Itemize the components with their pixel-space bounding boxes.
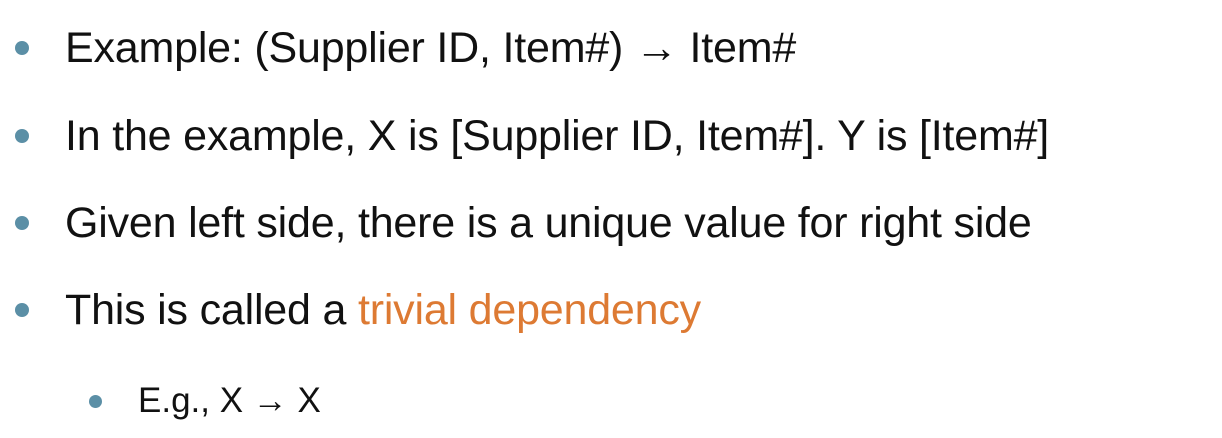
bullet-text: In the example, X is [Supplier ID, Item#… xyxy=(65,112,1050,160)
example-text-before: Example: (Supplier ID, Item#) xyxy=(65,24,635,72)
sub-bullet-item-example: E.g., X → X xyxy=(0,379,321,423)
bullet-item-x-y: In the example, X is [Supplier ID, Item#… xyxy=(0,110,1049,162)
bullet-text: This is called a trivial dependency xyxy=(65,284,701,336)
sub-text-after: X xyxy=(287,381,321,420)
bullet-dot-icon xyxy=(15,216,29,230)
bullet-dot-icon xyxy=(89,394,102,408)
bullet-dot-icon xyxy=(15,129,29,143)
bullet-item-trivial-dependency: This is called a trivial dependency xyxy=(0,284,701,336)
sub-bullet-text: E.g., X → X xyxy=(138,379,321,423)
bullet-text: Example: (Supplier ID, Item#) → Item# xyxy=(65,22,796,74)
sub-text-before: E.g., X xyxy=(138,381,253,420)
bullet-text: Given left side, there is a unique value… xyxy=(65,199,1032,247)
bullet-item-unique-value: Given left side, there is a unique value… xyxy=(0,197,1032,249)
right-arrow-icon: → xyxy=(634,24,678,72)
trivial-text-before: This is called a xyxy=(65,286,358,334)
trivial-dependency-term: trivial dependency xyxy=(357,286,701,334)
bullet-dot-icon xyxy=(15,303,29,317)
bullet-item-example: Example: (Supplier ID, Item#) → Item# xyxy=(0,22,796,74)
example-text-after: Item# xyxy=(677,24,797,72)
slide: Example: (Supplier ID, Item#) → Item# In… xyxy=(0,0,1222,438)
bullet-dot-icon xyxy=(15,41,29,55)
right-arrow-icon: → xyxy=(252,381,288,420)
